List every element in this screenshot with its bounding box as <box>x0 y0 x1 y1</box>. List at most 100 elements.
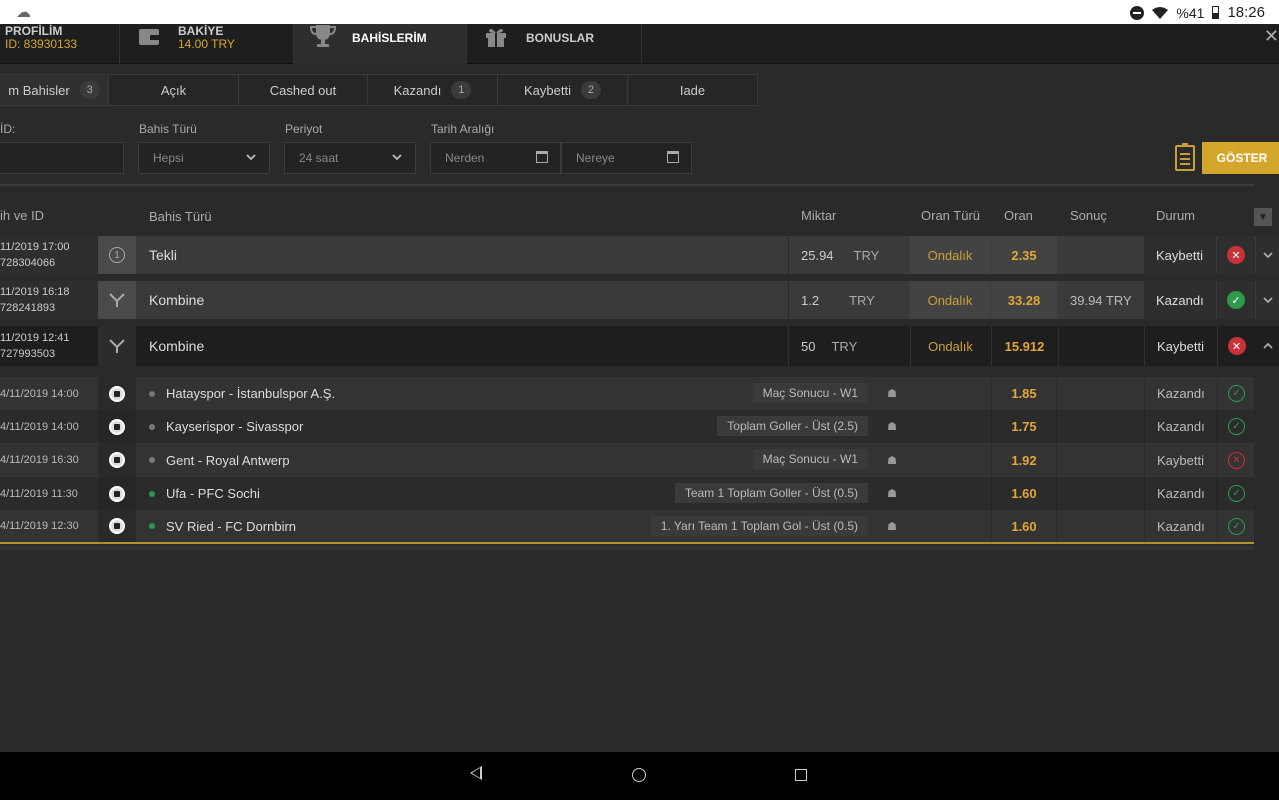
collapse-all-icon[interactable]: ▼ <box>1254 208 1272 226</box>
tab-lost-label: Kaybetti <box>524 82 571 98</box>
tab-my-bets[interactable]: BAHİSLERİM <box>294 24 467 64</box>
status-text: Kaybetti <box>1144 236 1216 274</box>
tab-cashed-out[interactable]: Cashed out <box>239 74 368 106</box>
bet-date: 11/2019 16:18 <box>0 286 70 298</box>
account-header: PROFİLİM ID: 83930133 BAKİYE 14.00 TRY B… <box>0 24 1279 64</box>
stats-icon[interactable]: ☗ <box>880 443 904 477</box>
bet-date-id: 11/2019 12:41 727993503 <box>0 326 98 366</box>
show-button[interactable]: GÖSTER <box>1202 142 1279 174</box>
date-from-input[interactable]: Nerden <box>430 142 561 174</box>
close-icon[interactable]: ✕ <box>1264 26 1279 47</box>
selection-date: 4/11/2019 14:00 <box>0 420 79 433</box>
result-value <box>1058 236 1144 274</box>
bet-type: Kombine <box>149 338 205 354</box>
combo-bet-icon <box>98 326 136 366</box>
date-to-placeholder: Nereye <box>576 151 615 165</box>
market-label: Maç Sonucu - W1 <box>752 383 868 403</box>
status-text: Kazandı <box>1144 510 1216 542</box>
wallet-icon <box>139 29 159 45</box>
clipboard-icon[interactable] <box>1175 143 1195 171</box>
selection-date: 4/11/2019 14:00 <box>0 387 79 400</box>
gift-icon <box>486 28 506 47</box>
divider <box>0 184 1254 186</box>
bet-date: 11/2019 12:41 <box>0 332 70 344</box>
selection-date: 4/11/2019 16:30 <box>0 454 79 466</box>
home-icon[interactable] <box>632 768 646 782</box>
tab-won[interactable]: Kazandı 1 <box>368 74 498 106</box>
bet-id: 728304066 <box>0 257 56 269</box>
football-icon <box>98 510 136 542</box>
recent-apps-icon[interactable] <box>795 769 807 781</box>
selection-row: 4/11/2019 11:30 Ufa - PFC Sochi Team 1 T… <box>0 477 1254 510</box>
odds-value: 1.75 <box>991 410 1057 443</box>
id-input[interactable] <box>0 142 124 174</box>
odds-value: 1.60 <box>991 510 1057 542</box>
back-icon[interactable] <box>470 766 482 780</box>
chevron-down-icon[interactable] <box>1256 236 1279 274</box>
stats-icon[interactable]: ☗ <box>880 377 904 410</box>
battery-percent: %41 <box>1176 4 1205 21</box>
bet-type-label: Bahis Türü <box>139 122 197 136</box>
status-text: Kaybetti <box>1144 326 1216 366</box>
bet-type: Kombine <box>149 292 205 308</box>
tab-balance[interactable]: BAKİYE 14.00 TRY <box>120 24 294 64</box>
football-icon <box>98 377 136 410</box>
tab-my-bets-label: BAHİSLERİM <box>352 31 427 45</box>
currency: TRY <box>853 247 880 263</box>
period-label: Periyot <box>285 122 323 136</box>
bet-amount: 25.94 TRY <box>788 236 909 274</box>
single-bet-icon: 1 <box>98 236 136 274</box>
tab-open[interactable]: Açık <box>109 74 239 106</box>
won-icon: ✓ <box>1217 281 1255 319</box>
col-result: Sonuç <box>1070 208 1107 223</box>
page: ☁ %41 18:26 PROFİLİM ID: 83930133 BAKİYE… <box>0 0 1279 800</box>
odds-value: 33.28 <box>991 281 1057 319</box>
tab-open-label: Açık <box>160 82 187 98</box>
calendar-icon <box>667 151 679 163</box>
count-badge: 1 <box>451 81 472 99</box>
table-row[interactable]: 11/2019 17:00 728304066 1 Tekli 25.94 TRY… <box>0 236 1279 274</box>
won-icon: ✓ <box>1217 510 1255 542</box>
chevron-up-icon[interactable] <box>1256 326 1279 366</box>
table-row[interactable]: 11/2019 12:41 727993503 Kombine 50 TRY On… <box>0 326 1279 366</box>
count-badge: 3 <box>79 81 100 99</box>
match-name: Hatayspor - İstanbulspor A.Ş. <box>166 386 336 401</box>
id-label: İD: <box>0 122 16 136</box>
lost-icon: ✕ <box>1217 443 1255 477</box>
bet-type-value: Hepsi <box>153 151 184 165</box>
user-id: ID: 83930133 <box>5 37 78 51</box>
currency: TRY <box>849 292 875 308</box>
odds-value: 1.60 <box>991 477 1057 510</box>
match-name: SV Ried - FC Dornbirn <box>166 518 297 534</box>
stats-icon[interactable]: ☗ <box>880 477 904 510</box>
tab-refund-label: Iade <box>679 82 706 98</box>
selection-row: 4/11/2019 16:30 Gent - Royal Antwerp Maç… <box>0 443 1254 477</box>
date-from-placeholder: Nerden <box>445 151 485 165</box>
combo-bet-icon <box>98 281 136 319</box>
bet-date-id: 11/2019 16:18 728241893 <box>0 281 98 319</box>
selection-row: 4/11/2019 14:00 Hatayspor - İstanbulspor… <box>0 377 1254 410</box>
tab-bonuses[interactable]: BONUSLAR <box>467 24 642 64</box>
tab-won-label: Kazandı <box>393 82 442 98</box>
result-value: 39.94 TRY <box>1058 281 1144 319</box>
battery-icon <box>1212 6 1220 19</box>
table-row[interactable]: 11/2019 16:18 728241893 Kombine 1.2 TRY O… <box>0 281 1279 319</box>
tab-lost[interactable]: Kaybetti 2 <box>498 74 628 106</box>
chevron-down-icon[interactable] <box>1256 281 1279 319</box>
selection-row: 4/11/2019 12:30 SV Ried - FC Dornbirn 1.… <box>0 510 1254 544</box>
stats-icon[interactable]: ☗ <box>880 510 904 542</box>
lost-icon: ✕ <box>1217 236 1255 274</box>
tab-all-bets[interactable]: m Bahisler 3 <box>0 74 109 106</box>
period-select[interactable]: 24 saat <box>284 142 416 174</box>
tab-refund[interactable]: Iade <box>628 74 758 106</box>
status-dot <box>149 457 155 463</box>
result-value <box>1058 326 1144 366</box>
table-footer <box>0 546 1254 550</box>
odds-value: 1.92 <box>991 443 1057 477</box>
date-to-input[interactable]: Nereye <box>561 142 692 174</box>
amount-value: 1.2 <box>801 292 820 308</box>
stats-icon[interactable]: ☗ <box>880 410 904 443</box>
bet-type-select[interactable]: Hepsi <box>138 142 270 174</box>
tab-profile[interactable]: PROFİLİM ID: 83930133 <box>0 24 120 64</box>
tab-balance-label: BAKİYE <box>178 24 224 38</box>
